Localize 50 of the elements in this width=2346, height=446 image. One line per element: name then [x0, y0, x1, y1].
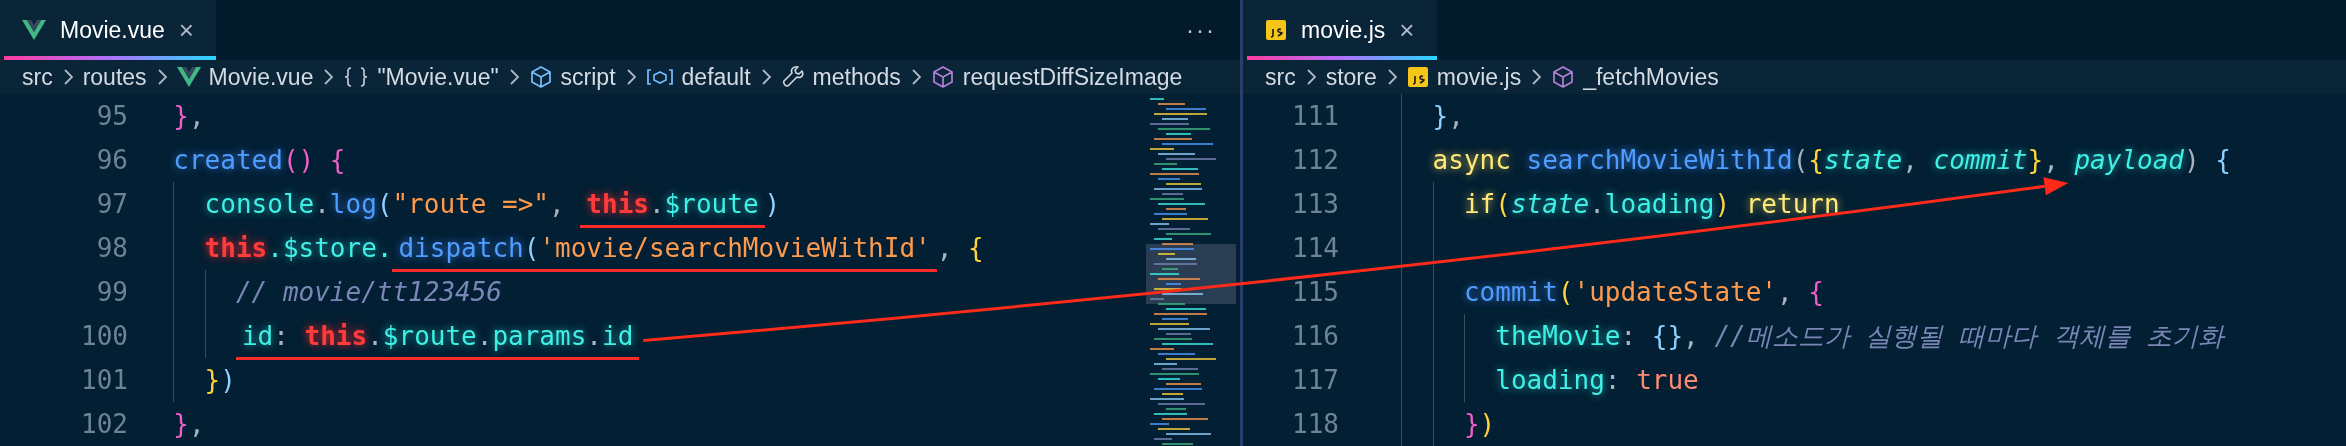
- line-number: 99: [95, 277, 129, 307]
- breadcrumb-item[interactable]: script: [560, 63, 616, 91]
- breadcrumb-item[interactable]: requestDiffSizeImage: [962, 63, 1183, 91]
- code-line: async searchMovieWithId({state, commit}, payload) {: [1364, 138, 2231, 182]
- line-number: 97: [95, 189, 129, 219]
- breadcrumb-item[interactable]: "Movie.vue": [377, 63, 499, 91]
- line-number: 112: [1291, 145, 1340, 175]
- breadcrumb-item[interactable]: _fetchMovies: [1583, 63, 1719, 91]
- line-number: 116: [1291, 321, 1340, 351]
- code-line: created() {: [172, 144, 346, 177]
- editor-tab[interactable]: Movie.vue ×: [0, 0, 216, 60]
- code-line: this.$store. dispatch('movie/searchMovieWithId' , {: [136, 226, 984, 270]
- breadcrumb-item[interactable]: Movie.vue: [208, 63, 314, 91]
- code-line: theMovie: {}, //메소드가 실행될 때마다 객체를 초기화: [1364, 314, 2225, 358]
- line-number: 101: [80, 365, 129, 395]
- code-line: },: [1364, 94, 1464, 138]
- close-icon[interactable]: ×: [1399, 17, 1415, 43]
- code-line: }): [1364, 402, 1496, 446]
- line-number: 117: [1291, 365, 1340, 395]
- more-actions-button[interactable]: ···: [1162, 0, 1240, 60]
- breadcrumb-item[interactable]: methods: [812, 63, 901, 91]
- line-number: 118: [1291, 409, 1340, 439]
- breadcrumb-item[interactable]: routes: [82, 63, 147, 91]
- line-number: 102: [80, 409, 129, 439]
- line-number: 114: [1291, 233, 1340, 263]
- line-number: 113: [1291, 189, 1340, 219]
- code-line: // movie/tt123456: [136, 270, 503, 314]
- code-line: }): [136, 358, 236, 402]
- line-number: 95: [95, 101, 129, 131]
- breadcrumb-item[interactable]: src: [22, 63, 53, 91]
- breadcrumb-item[interactable]: movie.js: [1436, 63, 1522, 91]
- breadcrumb-item[interactable]: src: [1265, 63, 1296, 91]
- line-number: 115: [1291, 277, 1340, 307]
- code-line: console.log("route =>", this.$route ): [136, 182, 781, 226]
- code-line: if(state.loading) return: [1364, 182, 1840, 226]
- code-line: id: this.$route.params.id: [136, 314, 640, 358]
- line-number: 100: [80, 321, 129, 351]
- breadcrumb-item[interactable]: default: [681, 63, 751, 91]
- tab-label: movie.js: [1301, 16, 1386, 44]
- editor-tab[interactable]: movie.js ×: [1243, 0, 1437, 60]
- tab-label: Movie.vue: [60, 16, 165, 44]
- line-number: 111: [1291, 101, 1340, 131]
- code-line: },: [172, 100, 205, 133]
- breadcrumb-item[interactable]: store: [1325, 63, 1377, 91]
- code-line: commit('updateState', {: [1364, 270, 1824, 314]
- code-line: },: [172, 408, 205, 441]
- line-number: 98: [95, 233, 129, 263]
- code-line: loading: true: [1364, 358, 1699, 402]
- close-icon[interactable]: ×: [178, 17, 194, 43]
- line-number: 96: [95, 145, 129, 175]
